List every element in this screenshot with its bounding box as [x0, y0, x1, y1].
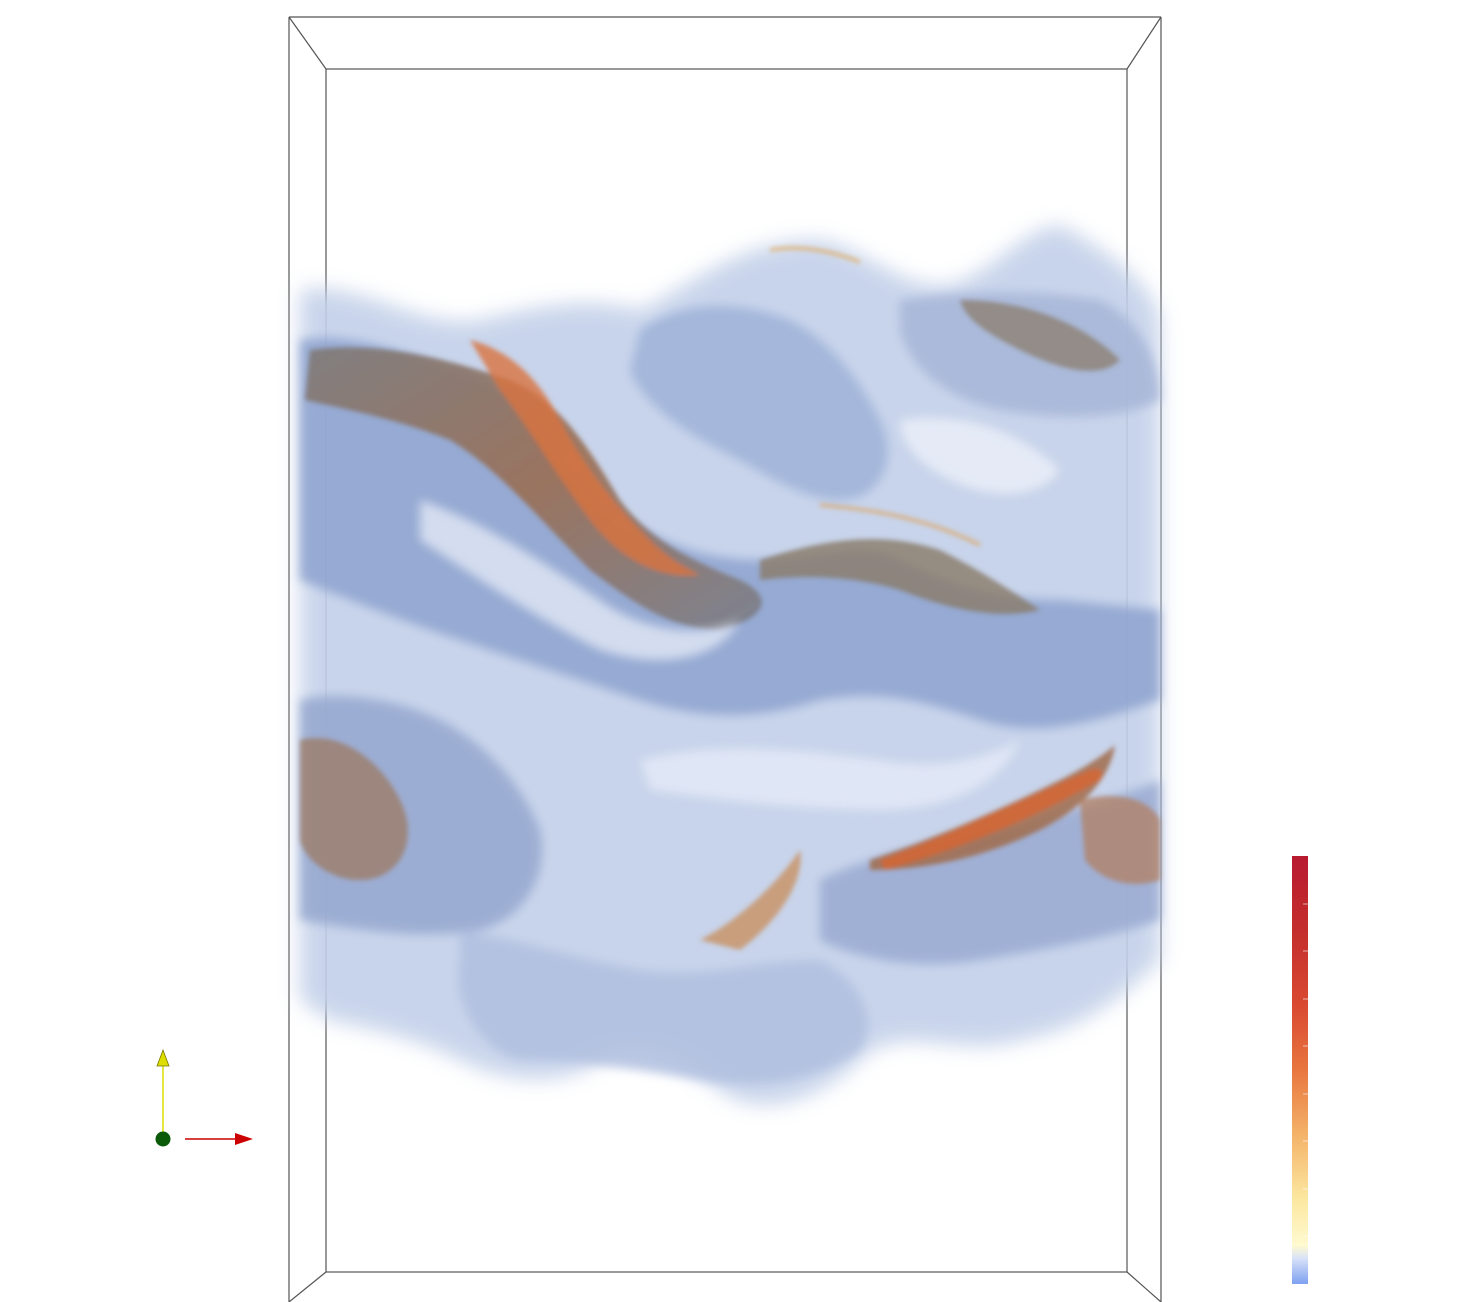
- arrow-right-icon: [235, 1133, 253, 1145]
- colorbar-gradient: [1292, 856, 1308, 1284]
- origin-dot: [155, 1131, 171, 1147]
- orientation-axes: [155, 1048, 253, 1147]
- color-legend-bar: [1292, 856, 1308, 1284]
- volume-render: [300, 225, 1160, 1105]
- arrow-up-icon: [156, 1048, 170, 1067]
